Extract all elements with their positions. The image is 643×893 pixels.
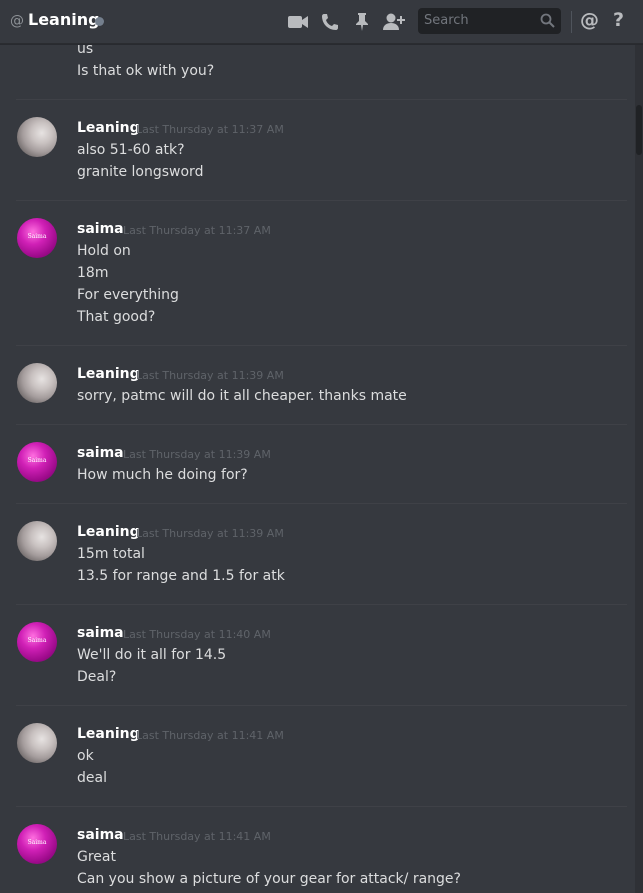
message-line: us [77,45,94,57]
username[interactable]: Leaning [77,524,140,540]
timestamp: Last Thursday at 11:39 AM [136,369,284,382]
message-line: 18m [77,265,109,281]
message-line: That good? [77,309,156,325]
video-icon[interactable] [286,10,310,34]
timestamp: Last Thursday at 11:41 AM [123,830,271,843]
username[interactable]: saima [77,221,124,237]
timestamp: Last Thursday at 11:40 AM [123,628,271,641]
timestamp: Last Thursday at 11:39 AM [123,448,271,461]
message-list: us Is that ok with you? Leaning Last Thursd… [0,45,643,893]
username[interactable]: saima [77,445,124,461]
avatar-label: Saima [27,637,47,644]
pin-icon[interactable] [350,10,374,34]
message-divider [16,503,627,504]
scrollbar-thumb[interactable] [636,105,642,155]
username[interactable]: Leaning [77,120,140,136]
message-line: Hold on [77,243,131,259]
avatar[interactable] [17,117,57,157]
timestamp: Last Thursday at 11:41 AM [136,729,284,742]
message-divider [16,345,627,346]
phone-icon[interactable] [318,10,342,34]
message-divider [16,424,627,425]
avatar[interactable] [17,363,57,403]
channel-header: @ Leaning Search @ ? [0,0,643,44]
search-icon [540,13,555,32]
username[interactable]: Leaning [77,366,140,382]
avatar-label: Saima [27,839,47,846]
username[interactable]: saima [77,827,124,843]
status-indicator [95,17,104,26]
channel-name[interactable]: Leaning [28,10,100,29]
message-line: sorry, patmc will do it all cheaper. tha… [77,388,407,404]
avatar[interactable]: Saima [17,442,57,482]
avatar[interactable]: Saima [17,824,57,864]
message-divider [16,99,627,100]
message-divider [16,806,627,807]
message-line: also 51-60 atk? [77,142,185,158]
message-line: Deal? [77,669,117,685]
username[interactable]: saima [77,625,124,641]
message-line: 13.5 for range and 1.5 for atk [77,568,285,584]
timestamp: Last Thursday at 11:37 AM [136,123,284,136]
avatar[interactable]: Saima [17,622,57,662]
scrollbar-track[interactable] [635,45,643,893]
search-input[interactable]: Search [418,8,561,34]
message-divider [16,705,627,706]
message-divider [16,604,627,605]
add-user-icon[interactable] [382,10,406,34]
message-line: For everything [77,287,179,303]
message-line: We'll do it all for 14.5 [77,647,227,663]
help-icon[interactable]: ? [613,9,624,31]
header-divider [571,11,572,33]
search-placeholder: Search [424,13,469,28]
at-symbol: @ [10,13,24,29]
username[interactable]: Leaning [77,726,140,742]
avatar-label: Saima [27,233,47,240]
avatar[interactable] [17,723,57,763]
avatar-label: Saima [27,457,47,464]
message-line: Great [77,849,116,865]
mention-icon[interactable]: @ [580,9,599,31]
message-line: Is that ok with you? [77,63,215,79]
message-line: ok [77,748,94,764]
message-line: Can you show a picture of your gear for … [77,871,461,887]
message-line: How much he doing for? [77,467,248,483]
message-divider [16,200,627,201]
timestamp: Last Thursday at 11:37 AM [123,224,271,237]
timestamp: Last Thursday at 11:39 AM [136,527,284,540]
avatar[interactable] [17,521,57,561]
message-line: 15m total [77,546,145,562]
message-line: granite longsword [77,164,204,180]
avatar[interactable]: Saima [17,218,57,258]
message-line: deal [77,770,107,786]
